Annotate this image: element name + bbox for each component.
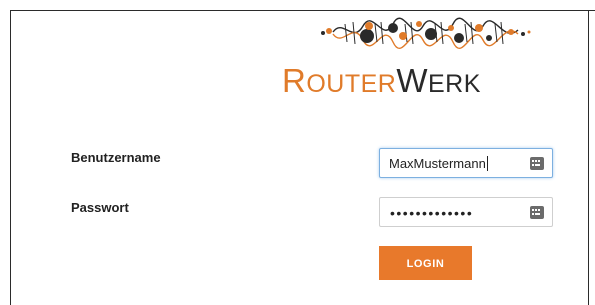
password-input[interactable]: ••••••••••••• xyxy=(379,197,553,227)
keyboard-icon[interactable] xyxy=(530,157,544,170)
logo-r: R xyxy=(282,62,307,99)
text-caret xyxy=(486,156,488,171)
login-button[interactable]: LOGIN xyxy=(379,246,472,280)
username-input[interactable]: MaxMustermann xyxy=(379,148,553,178)
keyboard-icon[interactable] xyxy=(530,206,544,219)
username-text: MaxMustermann xyxy=(389,156,486,171)
routerwerk-logo-text: ROUTERWERK xyxy=(282,62,481,100)
panel-border xyxy=(588,10,589,305)
password-mask: ••••••••••••• xyxy=(390,205,474,221)
logo-erk: ERK xyxy=(428,70,481,98)
password-label: Passwort xyxy=(71,200,129,215)
logo-outer: OUTER xyxy=(306,70,397,98)
username-label: Benutzername xyxy=(71,150,161,165)
username-value: MaxMustermann xyxy=(389,156,488,171)
logo-w: W xyxy=(396,62,428,99)
